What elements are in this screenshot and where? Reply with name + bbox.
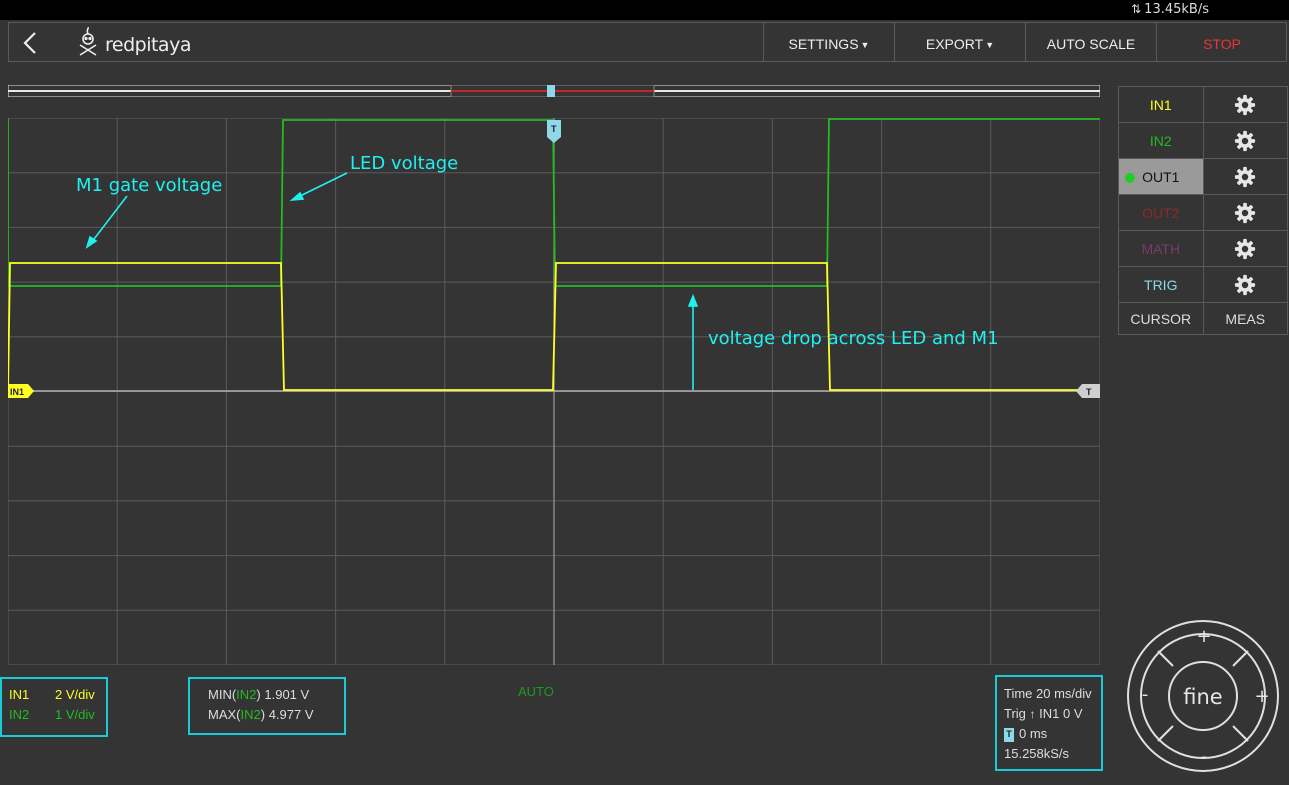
settings-button[interactable]: SETTINGS ▼ [763, 23, 894, 61]
auto-scale-label: AUTO SCALE [1046, 36, 1136, 52]
in2-scale-value: 1 V/div [55, 707, 95, 722]
min-prefix: MIN( [208, 687, 237, 702]
top-status-bar: ⇅ 13.45kB/s [0, 0, 1289, 20]
settings-label: SETTINGS [788, 36, 859, 52]
trig-button[interactable]: TRIG [1119, 267, 1203, 302]
data-rate-value: 13.45kB/s [1144, 2, 1209, 17]
sample-rate: 15.258kS/s [1004, 746, 1070, 761]
in1-scale-value: 2 V/div [55, 687, 95, 702]
min-suffix: ) [256, 687, 261, 702]
trig-settings-button[interactable] [1202, 267, 1288, 302]
channel-row-trig: TRIG [1118, 266, 1288, 302]
min-value: 1.901 V [264, 687, 310, 702]
channel-scale-box[interactable]: IN1 2 V/div IN2 1 V/div [0, 677, 108, 737]
oscilloscope-plot[interactable]: IN1 T T M1 gate voltage LED voltage volt… [8, 118, 1100, 665]
gear-icon [1235, 202, 1256, 223]
logo-text: redpitaya [105, 34, 191, 56]
led-voltage-annotation: LED voltage [350, 153, 458, 174]
auto-scale-button[interactable]: AUTO SCALE [1025, 23, 1156, 61]
in2-settings-button[interactable] [1202, 123, 1288, 158]
max-value: 4.977 V [268, 707, 314, 722]
jog-up-plus[interactable]: + [1196, 626, 1211, 647]
caret-down-icon: ▼ [985, 40, 995, 50]
channel-row-math: MATH [1118, 230, 1288, 266]
in2-scale-row: IN2 1 V/div [9, 705, 106, 725]
channel-row-in2: IN2 [1118, 122, 1288, 158]
export-label: EXPORT [925, 36, 984, 52]
stop-button[interactable]: STOP [1156, 23, 1287, 61]
buffer-scrollbar[interactable] [8, 85, 1100, 97]
in1-marker-label: IN1 [10, 387, 24, 397]
gear-icon [1235, 166, 1256, 187]
in2-scale-label: IN2 [9, 707, 30, 722]
trigger-badge-icon: T [1004, 728, 1014, 742]
rising-edge-icon: ↑ [1029, 707, 1036, 721]
trigger-time-label: T [551, 124, 557, 134]
trigger-offset-value: 0 ms [1019, 726, 1048, 741]
transfer-arrows-icon: ⇅ [1131, 2, 1142, 16]
caret-down-icon: ▼ [860, 40, 870, 50]
out1-settings-button[interactable] [1202, 159, 1288, 194]
trigger-offset: T 0 ms [1004, 724, 1101, 744]
max-measurement: MAX(IN2) 4.977 V [208, 705, 344, 725]
math-settings-button[interactable] [1202, 231, 1288, 266]
max-prefix: MAX( [208, 707, 241, 722]
math-button[interactable]: MATH [1119, 231, 1203, 266]
in1-button[interactable]: IN1 [1119, 87, 1203, 122]
export-button[interactable]: EXPORT ▼ [894, 23, 1025, 61]
trigger-position-handle[interactable] [547, 85, 555, 97]
min-channel: IN2 [236, 687, 257, 702]
meas-button[interactable]: MEAS [1202, 303, 1288, 334]
gear-icon [1235, 274, 1256, 295]
back-icon[interactable] [19, 29, 43, 57]
channel-row-out2: OUT2 [1118, 194, 1288, 230]
in2-button[interactable]: IN2 [1119, 123, 1203, 158]
time-per-div: Time 20 ms/div [1004, 686, 1092, 701]
out1-button[interactable]: OUT1 [1119, 159, 1203, 194]
menu-bar: redpitaya SETTINGS ▼ EXPORT ▼ AUTO SCALE S… [8, 22, 1287, 62]
max-channel: IN2 [240, 707, 261, 722]
tools-row: CURSOR MEAS [1118, 302, 1288, 335]
channel-panel: IN1 IN2 OUT1 OUT2 MATH TRIG CURSOR MEAS [1118, 86, 1288, 335]
min-measurement: MIN(IN2) 1.901 V [208, 685, 344, 705]
fine-adjust-wheel[interactable]: fine + + - - [1125, 618, 1281, 774]
acquisition-mode-status: AUTO [518, 684, 554, 699]
in1-scale-row: IN1 2 V/div [9, 685, 106, 705]
max-suffix: ) [260, 707, 266, 722]
jog-down-minus[interactable]: - [1201, 746, 1208, 767]
measurement-box[interactable]: MIN(IN2) 1.901 V MAX(IN2) 4.977 V [188, 677, 346, 735]
gate-voltage-annotation: M1 gate voltage [76, 175, 222, 196]
data-rate: ⇅ 13.45kB/s [1131, 2, 1209, 17]
gear-icon [1235, 130, 1256, 151]
trigger-level-label: T [1086, 387, 1092, 397]
timebase-box[interactable]: Time 20 ms/div Trig ↑ IN1 0 V T 0 ms 15.2… [995, 675, 1103, 771]
out1-active-indicator [1125, 173, 1135, 183]
stop-label: STOP [1203, 36, 1241, 52]
cursor-button[interactable]: CURSOR [1119, 303, 1203, 334]
trig-prefix: Trig [1004, 706, 1026, 721]
jog-left-minus[interactable]: - [1142, 684, 1149, 705]
out2-settings-button[interactable] [1202, 195, 1288, 230]
in1-settings-button[interactable] [1202, 87, 1288, 122]
trigger-setting: Trig ↑ IN1 0 V [1004, 704, 1101, 724]
in1-scale-label: IN1 [9, 687, 30, 702]
out1-label: OUT1 [1142, 168, 1180, 185]
jog-right-plus[interactable]: + [1254, 686, 1269, 707]
trig-source-level: IN1 0 V [1039, 706, 1083, 721]
out2-button[interactable]: OUT2 [1119, 195, 1203, 230]
fine-label: fine [1183, 685, 1222, 709]
voltage-drop-annotation: voltage drop across LED and M1 [708, 328, 999, 349]
gear-icon [1235, 238, 1256, 259]
channel-row-in1: IN1 [1118, 86, 1288, 122]
channel-row-out1: OUT1 [1118, 158, 1288, 194]
gear-icon [1235, 94, 1256, 115]
